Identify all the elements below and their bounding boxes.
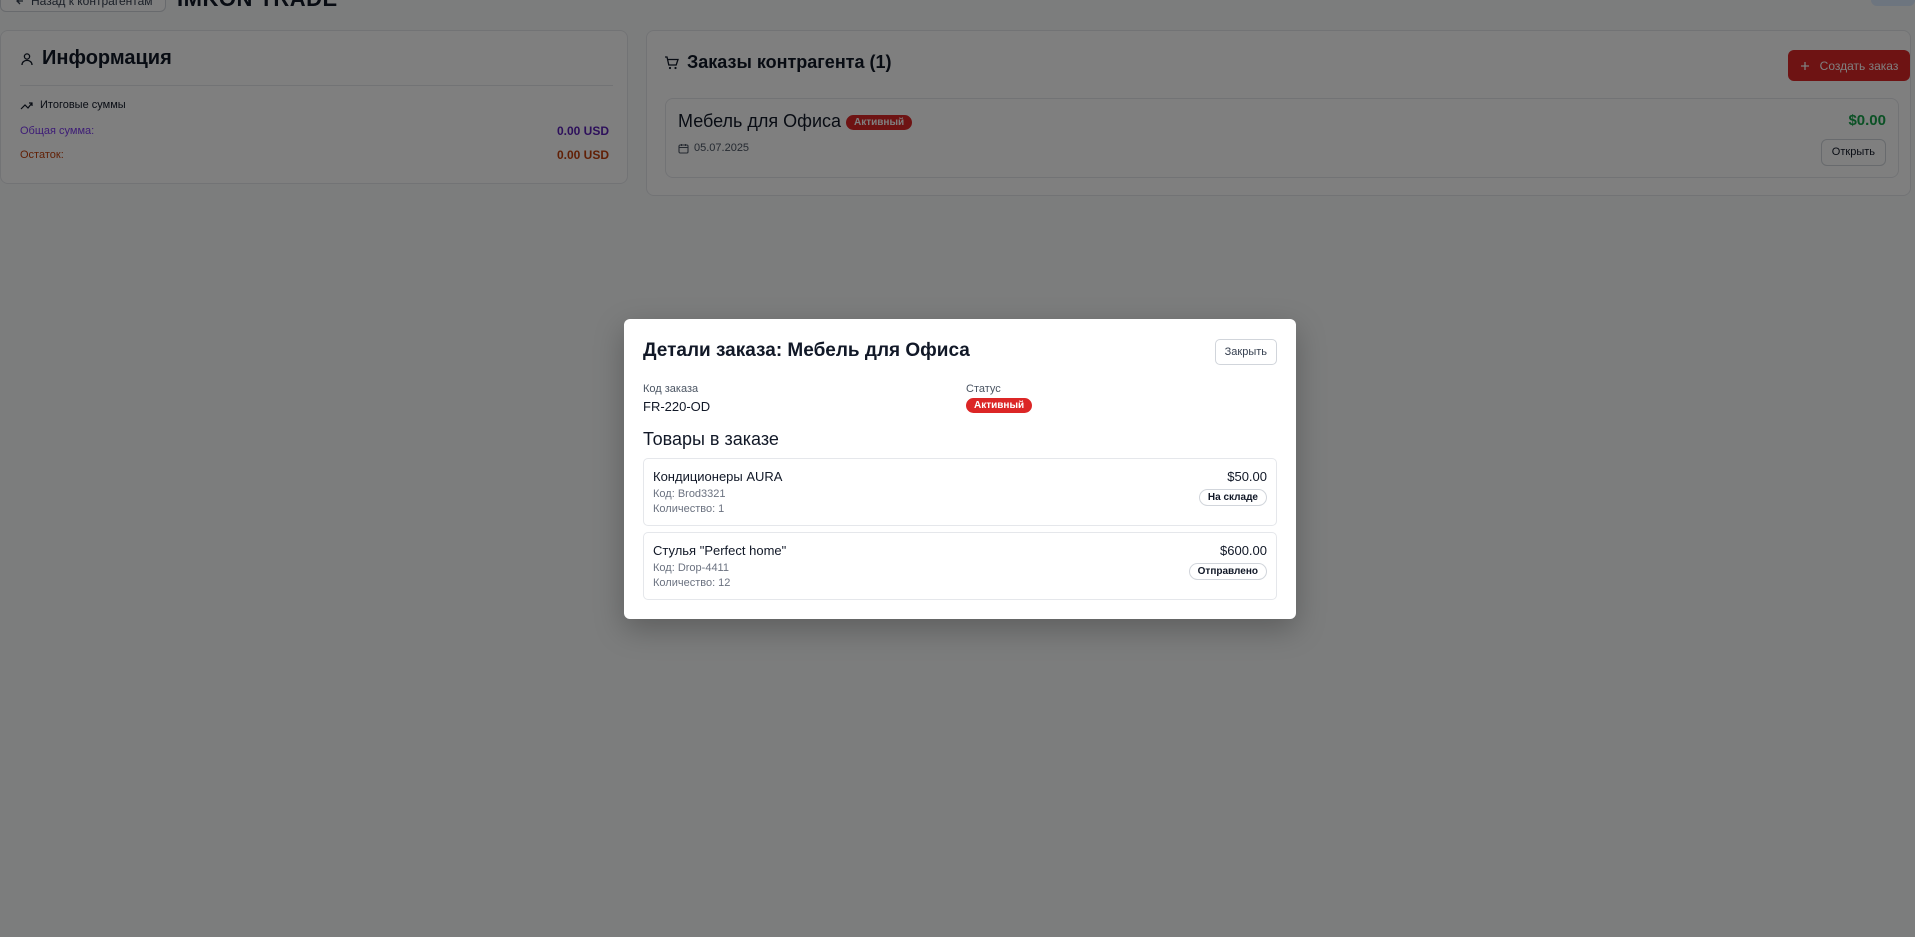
order-code-value: FR-220-OD bbox=[643, 399, 711, 414]
product-price: $600.00 bbox=[1220, 543, 1267, 558]
order-product-item: Стулья "Perfect home" Код: Drop-4411 Кол… bbox=[643, 532, 1277, 600]
product-name: Кондиционеры AURA bbox=[653, 469, 783, 484]
order-details-modal: Детали заказа: Мебель для Офиса Закрыть … bbox=[624, 319, 1296, 619]
product-quantity: Количество: 12 bbox=[653, 577, 731, 589]
items-title: Товары в заказе bbox=[643, 429, 779, 449]
status-badge: Активный bbox=[966, 398, 1033, 413]
product-name: Стулья "Perfect home" bbox=[653, 543, 787, 558]
product-code: Код: Brod3321 bbox=[653, 488, 726, 500]
close-button[interactable]: Закрыть bbox=[1214, 339, 1277, 365]
product-status-badge: Отправлено bbox=[1188, 563, 1267, 580]
status-label: Статус bbox=[966, 383, 1001, 395]
product-price: $50.00 bbox=[1227, 469, 1267, 484]
modal-title: Детали заказа: Мебель для Офиса bbox=[643, 340, 970, 361]
product-quantity: Количество: 1 bbox=[653, 503, 725, 515]
product-code: Код: Drop-4411 bbox=[653, 562, 729, 574]
order-code-label: Код заказа bbox=[643, 383, 699, 395]
product-status-badge: На складе bbox=[1198, 489, 1267, 506]
order-product-item: Кондиционеры AURA Код: Brod3321 Количест… bbox=[643, 458, 1277, 526]
